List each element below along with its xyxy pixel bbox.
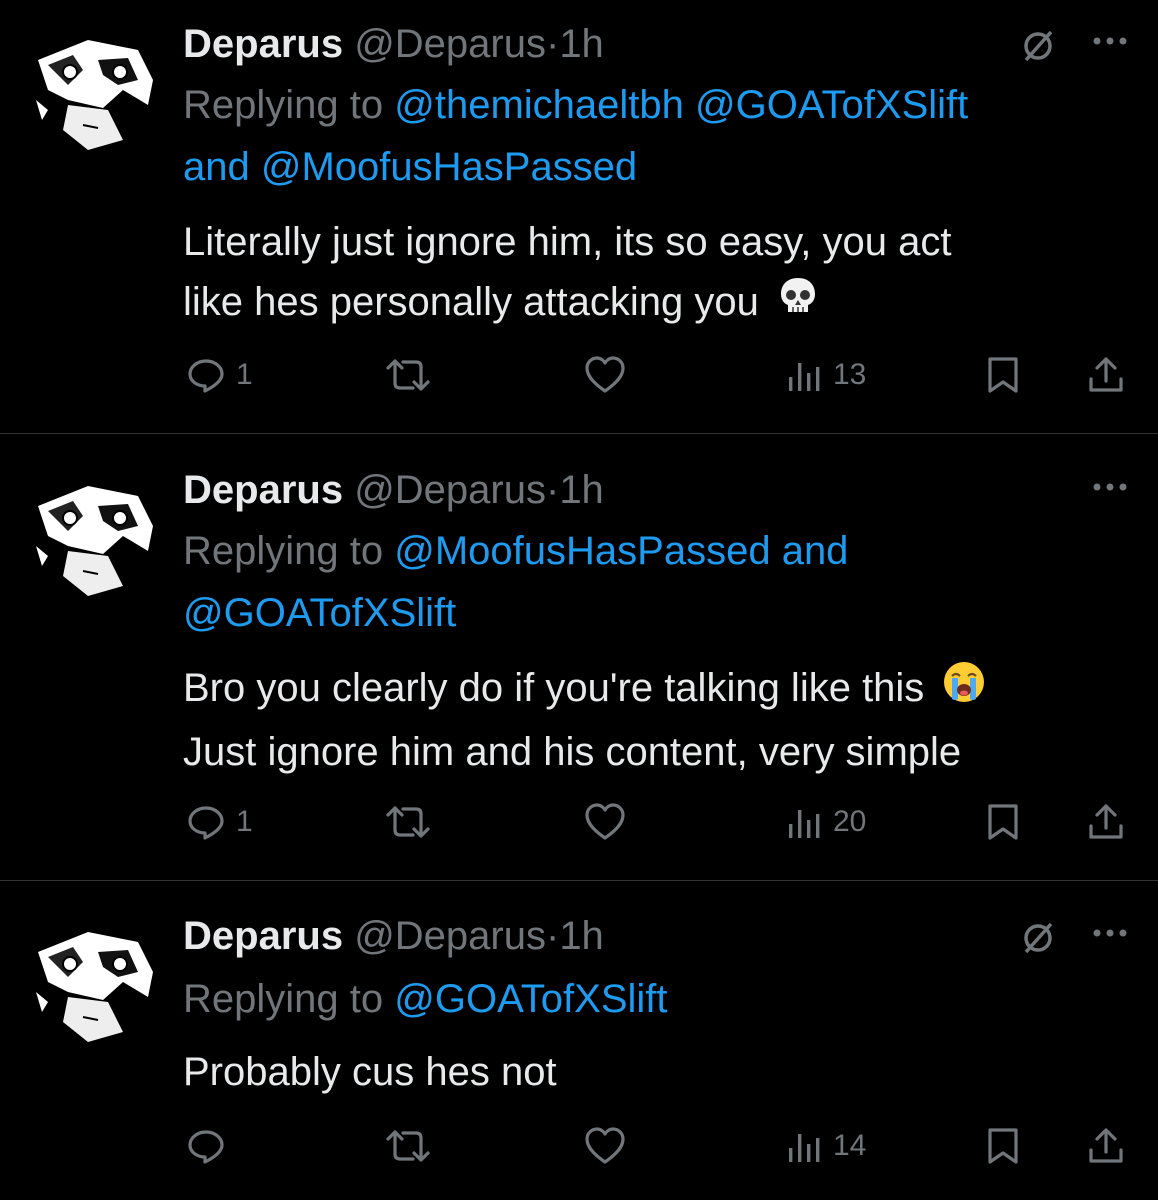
reply-icon xyxy=(188,359,224,393)
view-count: 14 xyxy=(833,1129,867,1162)
tweet-text: Bro you clearly do if you're talking lik… xyxy=(183,658,1123,782)
more-options-icon[interactable] xyxy=(1092,480,1128,498)
tweet-actions: 14 xyxy=(0,1124,1158,1168)
separator-dot: · xyxy=(545,914,560,958)
tweet-text: Probably cus hes not xyxy=(183,1042,1123,1102)
bookmark-icon xyxy=(988,357,1018,393)
muted-icon xyxy=(1018,918,1058,963)
avatar[interactable] xyxy=(28,922,156,1050)
tweet-text: Literally just ignore him, its so easy, … xyxy=(183,212,1123,335)
display-name[interactable]: Deparus xyxy=(183,22,343,66)
mention-link[interactable]: @GOATofXSlift xyxy=(394,977,667,1021)
tweet-actions: 1 20 xyxy=(0,800,1158,844)
tweet-header: Deparus @Deparus·1h xyxy=(183,20,604,68)
repost-button[interactable] xyxy=(385,353,431,397)
share-icon xyxy=(1089,804,1123,839)
bookmark-button[interactable] xyxy=(986,353,1020,397)
user-handle[interactable]: @Deparus xyxy=(354,468,546,512)
views-icon xyxy=(789,363,820,391)
share-icon xyxy=(1089,1128,1123,1163)
views-icon xyxy=(789,1134,820,1162)
view-count: 13 xyxy=(833,358,867,391)
more-options-icon[interactable] xyxy=(1092,34,1128,52)
repost-button[interactable] xyxy=(385,800,431,844)
timestamp[interactable]: 1h xyxy=(559,468,604,512)
loudly-crying-emoji-icon xyxy=(941,659,987,722)
avatar-image-icon xyxy=(28,922,156,1050)
reply-icon xyxy=(188,1130,224,1164)
mention-link[interactable]: and @MoofusHasPassed xyxy=(183,145,637,189)
views-icon xyxy=(789,810,820,838)
like-button[interactable] xyxy=(584,800,626,844)
heart-icon xyxy=(585,356,625,393)
heart-icon xyxy=(585,803,625,840)
tweet[interactable]: Deparus @Deparus·1h Replying to @themich… xyxy=(0,20,1158,430)
reply-icon xyxy=(188,806,224,840)
user-handle[interactable]: @Deparus xyxy=(354,914,546,958)
repost-icon xyxy=(386,806,430,838)
bookmark-icon xyxy=(988,804,1018,840)
tweet-text-line: Probably cus hes not xyxy=(183,1050,557,1094)
replying-to: Replying to @MoofusHasPassed and @GOATof… xyxy=(183,520,1123,644)
tweet-text-line: Just ignore him and his content, very si… xyxy=(183,729,962,774)
avatar[interactable] xyxy=(28,476,156,604)
timestamp[interactable]: 1h xyxy=(559,914,604,958)
repost-icon xyxy=(386,359,430,391)
skull-emoji-icon xyxy=(776,274,820,335)
reply-button[interactable] xyxy=(186,1124,226,1168)
replying-to: Replying to @GOATofXSlift xyxy=(183,968,1123,1030)
like-button[interactable] xyxy=(584,353,626,397)
display-name[interactable]: Deparus xyxy=(183,914,343,958)
separator-dot: · xyxy=(545,22,560,66)
bookmark-button[interactable] xyxy=(986,1124,1020,1168)
heart-icon xyxy=(585,1127,625,1164)
bookmark-icon xyxy=(988,1128,1018,1164)
tweet-divider xyxy=(0,880,1158,881)
tweet-header: Deparus @Deparus·1h xyxy=(183,912,604,960)
replying-prefix: Replying to xyxy=(183,529,384,573)
tweet[interactable]: Deparus @Deparus·1h Replying to @GOATofX… xyxy=(0,912,1158,1200)
views-button[interactable]: 20 xyxy=(787,800,866,844)
tweet-header: Deparus @Deparus·1h xyxy=(183,466,604,514)
replying-to: Replying to @themichaeltbh @GOATofXSlift… xyxy=(183,74,1123,198)
avatar[interactable] xyxy=(28,30,156,158)
bookmark-button[interactable] xyxy=(986,800,1020,844)
like-button[interactable] xyxy=(584,1124,626,1168)
avatar-image-icon xyxy=(28,476,156,604)
tweet-text-line: Literally just ignore him, its so easy, … xyxy=(183,220,952,264)
share-icon xyxy=(1089,357,1123,392)
reply-count: 1 xyxy=(236,805,253,838)
views-button[interactable]: 13 xyxy=(787,353,866,397)
tweet-text-line: Bro you clearly do if you're talking lik… xyxy=(183,666,925,710)
avatar-image-icon xyxy=(28,30,156,158)
tweet-actions: 1 13 xyxy=(0,353,1158,397)
separator-dot: · xyxy=(545,468,560,512)
views-button[interactable]: 14 xyxy=(787,1124,866,1168)
tweet-divider xyxy=(0,433,1158,434)
view-count: 20 xyxy=(833,805,867,838)
repost-button[interactable] xyxy=(385,1124,431,1168)
more-options-icon[interactable] xyxy=(1092,926,1128,944)
mention-link[interactable]: @GOATofXSlift xyxy=(183,591,456,635)
display-name[interactable]: Deparus xyxy=(183,468,343,512)
mention-link[interactable]: @MoofusHasPassed and xyxy=(394,529,848,573)
reply-button[interactable]: 1 xyxy=(186,800,253,844)
muted-icon xyxy=(1018,26,1058,71)
share-button[interactable] xyxy=(1086,353,1126,397)
timestamp[interactable]: 1h xyxy=(559,22,604,66)
share-button[interactable] xyxy=(1086,1124,1126,1168)
user-handle[interactable]: @Deparus xyxy=(354,22,546,66)
mention-link[interactable]: @themichaeltbh @GOATofXSlift xyxy=(394,83,968,127)
share-button[interactable] xyxy=(1086,800,1126,844)
reply-button[interactable]: 1 xyxy=(186,353,253,397)
repost-icon xyxy=(386,1130,430,1162)
replying-prefix: Replying to xyxy=(183,83,384,127)
reply-count: 1 xyxy=(236,358,253,391)
tweet-text-line: like hes personally attacking you xyxy=(183,280,759,324)
replying-prefix: Replying to xyxy=(183,977,384,1021)
tweet[interactable]: Deparus @Deparus·1h Replying to @MoofusH… xyxy=(0,466,1158,876)
